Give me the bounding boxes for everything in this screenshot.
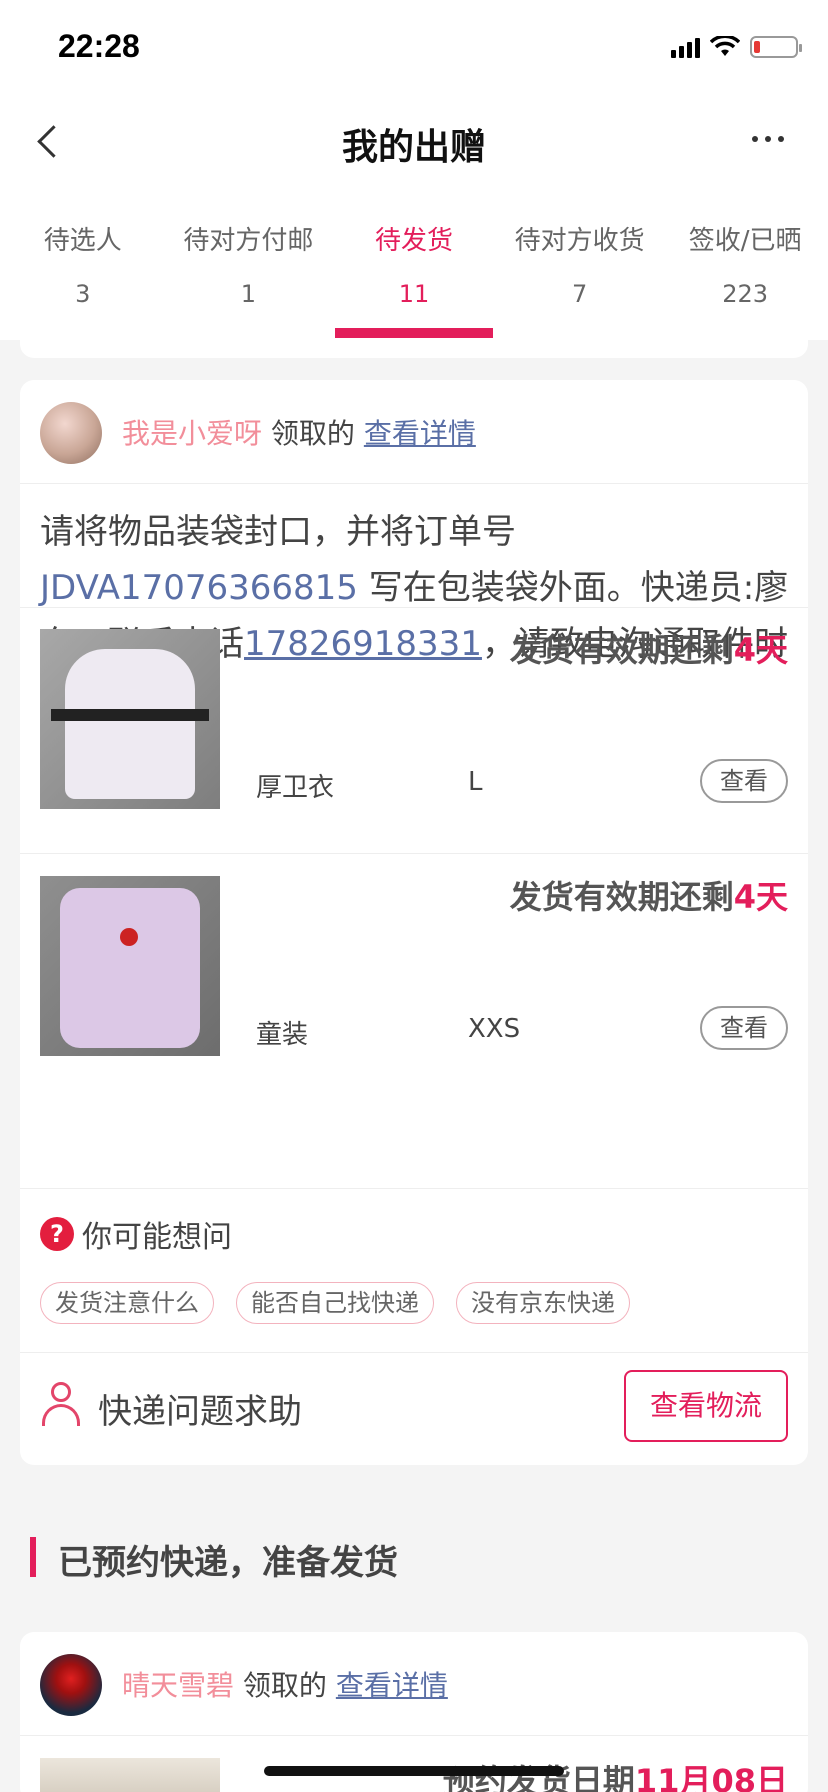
tab-pending-ship[interactable]: 待发货 11 [331,220,497,340]
tab-signed-shared[interactable]: 签收/已晒 223 [662,220,828,340]
user-line: 晴天雪碧 领取的 查看详情 [122,1664,448,1704]
ship-deadline: 发货有效期还剩4天 [509,878,788,916]
status-tabs: 待选人 3 待对方付邮 1 待发货 11 待对方收货 7 签收/已晒 223 [0,220,828,340]
battery-icon [750,36,802,58]
claimed-text: 领取的 [242,1669,327,1702]
order-number: JDVA17076366815 [40,568,358,608]
avatar[interactable] [40,402,102,464]
status-time: 22:28 [58,28,140,64]
view-item-button[interactable]: 查看 [700,759,788,803]
view-logistics-button[interactable]: 查看物流 [624,1370,788,1442]
user-name[interactable]: 我是小爱呀 [122,417,262,450]
status-icons [671,36,802,58]
order-item: 发货有效期还剩4天 厚卫衣 L 查看 [20,607,808,853]
tab-label: 签收/已晒 [688,226,802,256]
item-name: 厚卫衣 [256,773,335,803]
order-user-row: 晴天雪碧 领取的 查看详情 [20,1632,808,1736]
ship-date-value: 11月08日 [634,1762,788,1792]
tab-label: 待对方收货 [514,226,645,256]
item-size: XXS [468,1014,521,1044]
signal-icon [671,36,700,58]
status-bar: 22:28 [0,0,828,100]
view-detail-link[interactable]: 查看详情 [336,1669,448,1702]
user-name[interactable]: 晴天雪碧 [122,1669,234,1702]
view-item-button[interactable]: 查看 [700,1006,788,1050]
tab-label: 待发货 [374,226,453,256]
tab-count: 223 [722,280,769,308]
days-left: 4天 [733,878,788,916]
previous-card-edge [20,340,808,358]
faq-chip[interactable]: 能否自己找快递 [236,1282,434,1324]
courier-help-row: 快递问题求助 查看物流 [20,1352,808,1465]
tab-count: 7 [571,280,588,308]
courier-help-link[interactable]: 快递问题求助 [98,1384,302,1433]
tab-pending-select[interactable]: 待选人 3 [0,220,166,340]
tab-count: 3 [75,280,91,308]
item-name: 童装 [256,1020,309,1050]
nav-header: 我的出赠 [0,100,828,180]
question-icon: ? [40,1217,74,1251]
tab-label: 待对方付邮 [183,226,314,256]
person-icon [42,1382,80,1426]
avatar[interactable] [40,1654,102,1716]
top-panel: 22:28 我的出赠 待选人 3 待对方付邮 1 待发货 11 待对方收货 7 … [0,0,828,340]
order-user-row: 我是小爱呀 领取的 查看详情 [20,380,808,484]
note-prefix: 请将物品装袋封口，并将订单号 [40,512,516,552]
section-accent-bar [30,1537,36,1577]
item-size: L [468,767,483,797]
item-photo[interactable] [40,1758,220,1792]
claimed-text: 领取的 [270,417,355,450]
section-title: 已预约快递，准备发货 [58,1543,398,1583]
page-title: 我的出赠 [341,127,486,168]
home-indicator[interactable] [264,1766,564,1776]
wifi-icon [710,36,740,56]
item-photo[interactable] [40,876,220,1056]
more-options-icon[interactable] [752,136,784,142]
view-detail-link[interactable]: 查看详情 [364,417,476,450]
faq-title: ? 你可能想问 [40,1212,232,1256]
tab-pending-postage[interactable]: 待对方付邮 1 [166,220,332,340]
order-item: 发货有效期还剩4天 童装 XXS 查看 [20,854,808,1100]
ship-deadline: 发货有效期还剩4天 [509,631,788,669]
days-left: 4天 [733,631,788,669]
tab-pending-receive[interactable]: 待对方收货 7 [497,220,663,340]
faq-section: ? 你可能想问 发货注意什么 能否自己找快递 没有京东快递 [20,1188,808,1332]
tab-count: 1 [240,280,257,308]
item-photo[interactable] [40,629,220,809]
faq-chip[interactable]: 没有京东快递 [456,1282,630,1324]
faq-chips: 发货注意什么 能否自己找快递 没有京东快递 [40,1282,630,1324]
faq-chip[interactable]: 发货注意什么 [40,1282,214,1324]
order-card: 我是小爱呀 领取的 查看详情 请将物品装袋封口，并将订单号 JDVA170763… [20,380,808,1465]
tab-label: 待选人 [43,226,122,256]
user-line: 我是小爱呀 领取的 查看详情 [122,412,476,452]
tab-count: 11 [398,280,430,308]
